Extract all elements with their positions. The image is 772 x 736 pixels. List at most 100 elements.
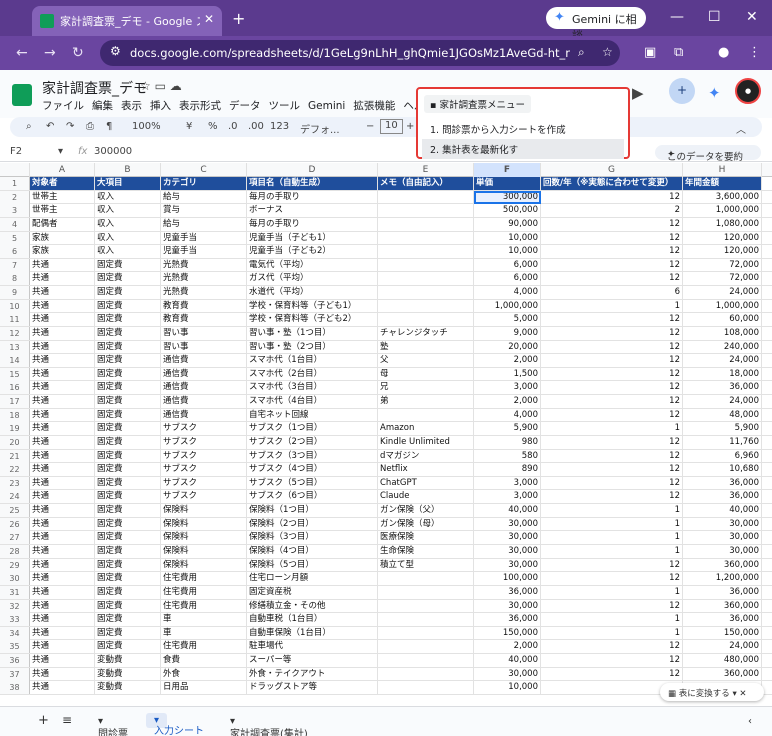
close-tab-icon[interactable]: ✕ (204, 12, 214, 26)
browser-menu-icon[interactable]: ⋮ (748, 45, 761, 60)
column-header-g[interactable]: G (541, 163, 683, 177)
cell-target[interactable]: 共通 (30, 558, 95, 572)
menu-insert[interactable]: 挿入 (150, 100, 171, 112)
new-tab-icon[interactable]: + (232, 9, 245, 28)
column-header-e[interactable]: E (378, 163, 474, 177)
cell-unit-price[interactable]: 100,000 (474, 572, 541, 586)
cell-times-per-year[interactable]: 12 (541, 463, 683, 477)
cell-target[interactable]: 共通 (30, 258, 95, 272)
row-number[interactable]: 13 (0, 340, 30, 354)
cell-category-major[interactable]: 固定費 (95, 572, 161, 586)
cell-times-per-year[interactable]: 1 (541, 585, 683, 599)
cell-memo[interactable] (378, 204, 474, 218)
cell-memo[interactable] (378, 313, 474, 327)
cell-category-major[interactable]: 固定費 (95, 449, 161, 463)
cell-category-major[interactable]: 固定費 (95, 599, 161, 613)
cell-memo[interactable] (378, 667, 474, 681)
row-number[interactable]: 17 (0, 395, 30, 409)
custom-menu-header[interactable]: ▪ 家計調査票メニュー (424, 95, 531, 113)
cell-item-name[interactable]: サブスク（6つ目） (247, 490, 378, 504)
sheet-tab-input[interactable]: 入力シート ▾ (146, 713, 204, 736)
cell-times-per-year[interactable]: 1 (541, 517, 683, 531)
cell-annual-amount[interactable]: 60,000 (683, 313, 762, 327)
cell-item-name[interactable]: 保険料（4つ目） (247, 545, 378, 558)
cell-times-per-year[interactable]: 1 (541, 299, 683, 313)
cell-target[interactable]: 共通 (30, 476, 95, 490)
cell-category[interactable]: 外食 (161, 667, 247, 681)
convert-to-table-button[interactable]: ▦ 表に変換する ▾ ✕ (660, 683, 764, 701)
cell-unit-price[interactable]: 30,000 (474, 517, 541, 531)
cell-category-major[interactable]: 固定費 (95, 517, 161, 531)
cell-target[interactable]: 共通 (30, 654, 95, 668)
row-number[interactable]: 31 (0, 585, 30, 599)
cell-times-per-year[interactable]: 2 (541, 204, 683, 218)
cell-category-major[interactable]: 固定費 (95, 435, 161, 449)
cell-memo[interactable] (378, 272, 474, 286)
cell-unit-price[interactable]: 2,000 (474, 640, 541, 654)
cell-memo[interactable] (378, 599, 474, 613)
cell-item-name[interactable]: 毎月の手取り (247, 217, 378, 231)
cell-category[interactable]: 通信費 (161, 354, 247, 368)
document-title[interactable]: 家計調査票_デモ (42, 78, 147, 98)
menu-data[interactable]: データ (229, 100, 261, 112)
cell-target[interactable]: 共通 (30, 422, 95, 436)
cell-category[interactable]: 保険料 (161, 517, 247, 531)
cell-category[interactable]: 通信費 (161, 408, 247, 422)
cell-memo[interactable]: Amazon (378, 422, 474, 436)
column-header-d[interactable]: D (247, 163, 378, 177)
decrease-decimal-button[interactable]: .0 (228, 121, 238, 132)
row-number[interactable]: 1 (0, 177, 30, 190)
cell-annual-amount[interactable]: 18,000 (683, 367, 762, 381)
extension-icon[interactable]: ▣ (644, 45, 656, 60)
cell-item-name[interactable]: サブスク（1つ目） (247, 422, 378, 436)
cell-item-name[interactable]: 保険料（1つ目） (247, 504, 378, 518)
column-header-f[interactable]: F (474, 163, 541, 177)
cell-unit-price[interactable]: 3,000 (474, 490, 541, 504)
cell-annual-amount[interactable]: 120,000 (683, 231, 762, 245)
cell-unit-price[interactable]: 300,000 (474, 190, 541, 204)
cell-memo[interactable] (378, 681, 474, 695)
cell-target[interactable]: 共通 (30, 681, 95, 695)
cell-category-major[interactable]: 固定費 (95, 408, 161, 422)
bookmark-star-icon[interactable]: ☆ (602, 45, 613, 59)
font-size-input[interactable]: 10 (380, 119, 403, 134)
cell-unit-price[interactable]: 3,000 (474, 476, 541, 490)
cell-category-major[interactable]: 固定費 (95, 640, 161, 654)
cell-category-major[interactable]: 変動費 (95, 681, 161, 695)
cell-unit-price[interactable]: 30,000 (474, 531, 541, 545)
back-icon[interactable]: ← (16, 45, 28, 61)
row-number[interactable]: 15 (0, 367, 30, 381)
row-number[interactable]: 35 (0, 640, 30, 654)
meet-icon[interactable]: ▶ (632, 84, 644, 102)
cell-category[interactable]: 給与 (161, 217, 247, 231)
cell-times-per-year[interactable]: 12 (541, 408, 683, 422)
cell-target[interactable]: 共通 (30, 395, 95, 409)
cell-times-per-year[interactable]: 1 (541, 613, 683, 627)
cell-memo[interactable] (378, 626, 474, 640)
cell-category-major[interactable]: 固定費 (95, 531, 161, 545)
cell-times-per-year[interactable]: 12 (541, 558, 683, 572)
cell-target[interactable]: 共通 (30, 463, 95, 477)
row-number[interactable]: 24 (0, 490, 30, 504)
cell-unit-price[interactable]: 5,900 (474, 422, 541, 436)
cell-category[interactable]: 住宅費用 (161, 599, 247, 613)
cell-annual-amount[interactable]: 72,000 (683, 272, 762, 286)
cell-item-name[interactable]: 学校・保育料等（子ども2） (247, 313, 378, 327)
cell-times-per-year[interactable]: 12 (541, 435, 683, 449)
cell-unit-price[interactable]: 30,000 (474, 667, 541, 681)
cell-annual-amount[interactable]: 5,900 (683, 422, 762, 436)
cell-category[interactable]: 教育費 (161, 313, 247, 327)
cell-times-per-year[interactable]: 6 (541, 286, 683, 300)
row-number[interactable]: 30 (0, 572, 30, 586)
cell-unit-price[interactable]: 1,500 (474, 367, 541, 381)
row-number[interactable]: 36 (0, 654, 30, 668)
row-number[interactable]: 29 (0, 558, 30, 572)
cell-annual-amount[interactable]: 1,200,000 (683, 572, 762, 586)
header-cell-memo[interactable]: メモ（自由記入） (378, 177, 474, 190)
row-number[interactable]: 14 (0, 354, 30, 368)
cell-target[interactable]: 共通 (30, 435, 95, 449)
cell-annual-amount[interactable]: 30,000 (683, 517, 762, 531)
cell-category-major[interactable]: 固定費 (95, 626, 161, 640)
cell-annual-amount[interactable]: 24,000 (683, 640, 762, 654)
header-cell-times-per-year[interactable]: 回数/年（※実態に合わせて変更） (541, 177, 683, 190)
